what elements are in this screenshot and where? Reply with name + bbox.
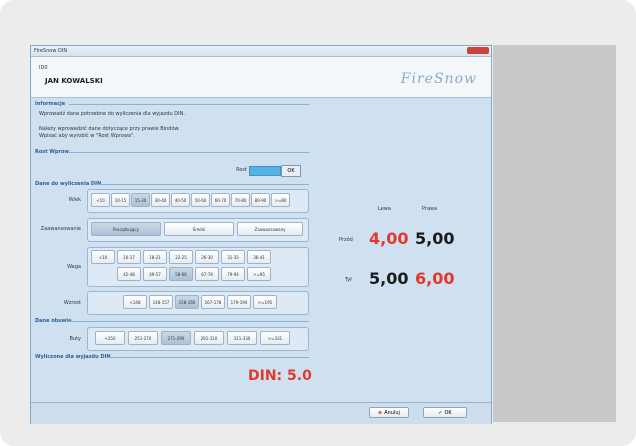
section-boot-title: Dane obuwia (35, 318, 72, 324)
section-params-title: Dane do wyliczenia DIN (35, 181, 102, 187)
height-range-option[interactable]: 148-157 (149, 295, 173, 309)
right-gray-panel (490, 45, 616, 422)
user-name: JAN KOWALSKI (45, 77, 103, 85)
ok-label: OK (444, 409, 452, 416)
front-left-value: 4,00 (369, 229, 409, 248)
check-icon: ✔ (438, 409, 443, 416)
height-range-option[interactable]: >=195 (253, 295, 277, 309)
info-line: Wpisać aby wyrobić w "Rost Wprowa". (39, 133, 135, 139)
boot-option[interactable]: <250 (95, 331, 125, 345)
weight-option[interactable]: 10-17 (117, 250, 141, 264)
section-result-title: Wyliczone dla wyjazdu DIN (35, 354, 111, 360)
firesnow-logo: FireSnow (400, 71, 477, 87)
close-button[interactable] (467, 47, 489, 54)
age-option[interactable]: 30-40 (151, 193, 170, 207)
weight-option[interactable]: 26-30 (195, 250, 219, 264)
height-input[interactable] (249, 166, 281, 176)
boot-option[interactable]: 251-270 (128, 331, 158, 345)
height-range-option-selected[interactable]: 158-166 (175, 295, 199, 309)
bottom-bar: ⊗ Anuluj ✔ OK (31, 402, 491, 424)
info-line: Wprowadź dane potrzebne do wyliczenia dl… (39, 111, 185, 117)
age-option[interactable]: 80-90 (251, 193, 270, 207)
front-right-value: 5,00 (415, 229, 455, 248)
boot-option[interactable]: 291-310 (194, 331, 224, 345)
age-option[interactable]: 70-80 (231, 193, 250, 207)
age-option[interactable]: >=80 (271, 193, 290, 207)
window-title: FireSnow DIN (34, 48, 68, 54)
section-divider (69, 152, 309, 153)
title-bar: FireSnow DIN (31, 46, 491, 57)
section-divider (69, 104, 309, 105)
header: ID0 JAN KOWALSKI FireSnow (31, 57, 491, 98)
col-right-header: Prawa (422, 206, 438, 212)
cancel-label: Anuluj (384, 409, 400, 416)
front-label: Przód (339, 237, 353, 243)
weight-option[interactable]: 18-21 (143, 250, 167, 264)
cancel-button[interactable]: ⊗ Anuluj (369, 407, 409, 418)
skill-option[interactable]: Średni (164, 222, 234, 236)
info-line: Należy wprowadzić dane dotyczące przy pr… (39, 126, 180, 132)
weight-option[interactable]: 79-94 (221, 267, 245, 281)
age-option[interactable]: <10 (91, 193, 110, 207)
din-value: DIN: 5.0 (248, 368, 312, 384)
height-range-option[interactable]: 179-194 (227, 295, 251, 309)
skill-label: Zaawansowanie (40, 226, 81, 232)
height-range-label: Wzrost (63, 300, 81, 306)
height-range-option[interactable]: 167-178 (201, 295, 225, 309)
age-option[interactable]: 40-50 (171, 193, 190, 207)
skill-option-selected[interactable]: Początkujący (91, 222, 161, 236)
age-option[interactable]: 10-15 (111, 193, 130, 207)
weight-option[interactable]: 49-57 (143, 267, 167, 281)
section-height-title: Rost Wprow (35, 149, 70, 155)
boot-option[interactable]: 311-330 (227, 331, 257, 345)
weight-option-selected[interactable]: 58-66 (169, 267, 193, 281)
height-ok-button[interactable]: OK (281, 165, 301, 177)
boot-option[interactable]: >=331 (260, 331, 290, 345)
rear-left-value: 5,00 (369, 269, 409, 288)
weight-option[interactable]: 22-25 (169, 250, 193, 264)
weight-option[interactable]: <10 (91, 250, 115, 264)
age-option[interactable]: 50-60 (191, 193, 210, 207)
section-info-title: Informacje (35, 101, 66, 107)
weight-option[interactable]: 36-41 (247, 250, 271, 264)
boot-option-selected[interactable]: 271-290 (161, 331, 191, 345)
user-id: ID0 (39, 65, 48, 71)
section-divider (69, 321, 309, 322)
ok-button[interactable]: ✔ OK (423, 407, 467, 418)
weight-option[interactable]: 67-78 (195, 267, 219, 281)
close-icon: ⊗ (378, 409, 383, 416)
age-option-selected[interactable]: 15-30 (131, 193, 150, 207)
skill-option[interactable]: Zaawansowany (237, 222, 303, 236)
weight-label: Waga (67, 264, 81, 270)
age-label: Wiek (68, 197, 81, 203)
boot-label: Buty (69, 336, 81, 342)
app-window: FireSnow DIN ID0 JAN KOWALSKI FireSnow I… (30, 45, 492, 424)
rear-right-value: 6,00 (415, 269, 455, 288)
col-left-header: Lewa (378, 206, 391, 212)
weight-option[interactable]: >=95 (247, 267, 271, 281)
weight-option[interactable]: 42-48 (117, 267, 141, 281)
section-divider (107, 357, 309, 358)
rear-label: Tył (345, 277, 352, 283)
height-range-option[interactable]: <148 (123, 295, 147, 309)
height-label: Rost (236, 167, 247, 173)
age-option[interactable]: 60-70 (211, 193, 230, 207)
weight-option[interactable]: 31-35 (221, 250, 245, 264)
section-divider (93, 184, 309, 185)
